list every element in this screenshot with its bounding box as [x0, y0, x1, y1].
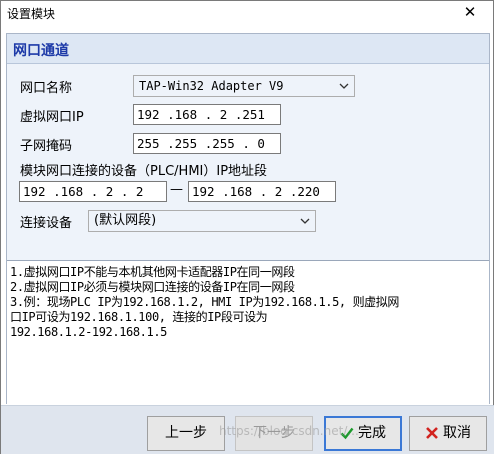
- window-title: 设置模块: [7, 7, 56, 21]
- subnet-label: 子网掩码: [20, 139, 73, 154]
- finish-button-label: 完成: [358, 425, 386, 441]
- next-button-label: 下一步: [253, 425, 295, 441]
- cancel-button[interactable]: 取消: [409, 416, 487, 451]
- chevron-down-icon: [300, 218, 310, 224]
- chevron-down-icon: [339, 83, 349, 89]
- close-icon[interactable]: ✕: [461, 3, 479, 21]
- settings-dialog: 设置模块 ✕ 网口通道 网口名称 TAP-Win32 Adapter V9 虚拟…: [0, 0, 494, 454]
- next-button[interactable]: 下一步: [235, 416, 313, 451]
- note-line-4: 口IP可设为192.168.1.100, 连接的IP段可设为: [10, 310, 268, 324]
- device-select[interactable]: (默认网段): [88, 210, 316, 232]
- subnet-field[interactable]: 255 .255 .255 . 0: [133, 133, 281, 154]
- device-label: 连接设备: [20, 216, 73, 231]
- notes-box: 1.虚拟网口IP不能与本机其他网卡适配器IP在同一网段 2.虚拟网口IP必须与模…: [7, 260, 489, 404]
- cancel-x-icon: [426, 427, 438, 439]
- ip-range-start-field[interactable]: 192 .168 . 2 . 2: [19, 181, 167, 202]
- adapter-select[interactable]: TAP-Win32 Adapter V9: [133, 75, 355, 97]
- adapter-select-value: TAP-Win32 Adapter V9: [139, 79, 284, 93]
- finish-button[interactable]: 完成: [324, 416, 402, 451]
- button-bar: 上一步 下一步 完成 取消: [1, 405, 494, 454]
- network-channel-panel: 网口通道 网口名称 TAP-Win32 Adapter V9 虚拟网口IP 19…: [6, 33, 490, 404]
- section-header: 网口通道: [7, 34, 489, 64]
- virtual-ip-field[interactable]: 192 .168 . 2 .251: [133, 104, 281, 125]
- form-area: 网口名称 TAP-Win32 Adapter V9 虚拟网口IP 192 .16…: [7, 65, 489, 289]
- section-title: 网口通道: [13, 43, 69, 59]
- title-bar: 设置模块 ✕: [1, 1, 493, 25]
- device-select-value: (默认网段): [94, 213, 157, 228]
- prev-button-label: 上一步: [165, 425, 207, 441]
- ip-range-label: 模块网口连接的设备（PLC/HMI）IP地址段: [20, 164, 268, 179]
- virtual-ip-label: 虚拟网口IP: [20, 110, 84, 125]
- note-line-1: 1.虚拟网口IP不能与本机其他网卡适配器IP在同一网段: [10, 265, 295, 279]
- cancel-button-label: 取消: [443, 425, 471, 441]
- note-line-2: 2.虚拟网口IP必须与模块网口连接的设备IP在同一网段: [10, 280, 295, 294]
- prev-button[interactable]: 上一步: [147, 416, 225, 451]
- ip-range-end-field[interactable]: 192 .168 . 2 .220: [188, 181, 336, 202]
- checkmark-icon: [340, 427, 354, 440]
- note-line-3: 3.例：现场PLC IP为192.168.1.2, HMI IP为192.168…: [10, 295, 399, 309]
- ip-range-separator: —: [170, 182, 183, 197]
- note-line-5: 192.168.1.2-192.168.1.5: [10, 325, 167, 339]
- adapter-label: 网口名称: [20, 81, 73, 96]
